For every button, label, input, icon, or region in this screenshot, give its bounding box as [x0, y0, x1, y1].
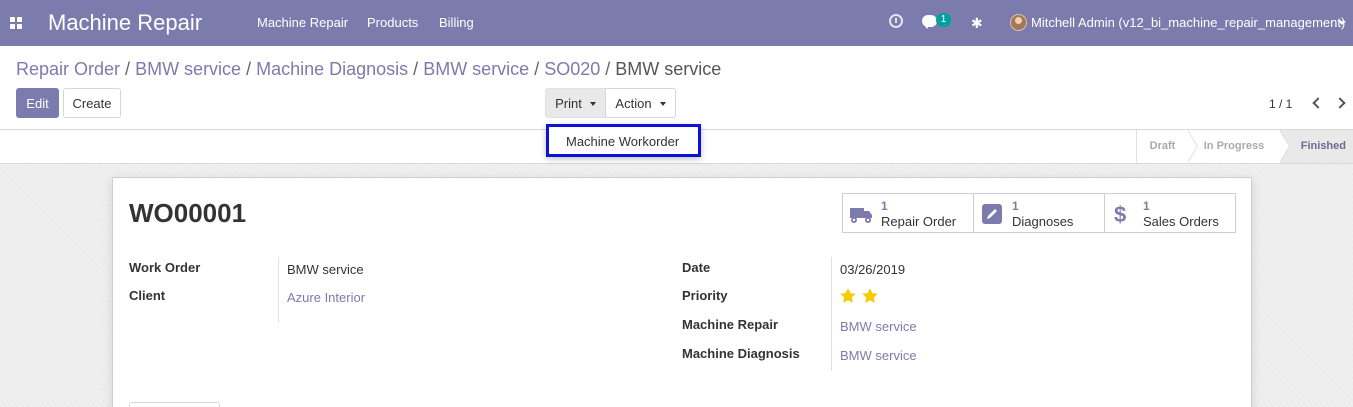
- work-order-label: Work Order: [129, 260, 201, 275]
- machine-diagnosis-link[interactable]: BMW service: [840, 348, 917, 363]
- sales-orders-smart-button[interactable]: $ 1 Sales Orders: [1104, 193, 1236, 233]
- breadcrumb-repair-order[interactable]: Repair Order: [16, 59, 120, 79]
- client-label: Client: [129, 288, 166, 303]
- create-button[interactable]: Create: [63, 88, 121, 118]
- action-button-label: Action: [615, 96, 652, 111]
- stage-arrow: [1279, 130, 1294, 163]
- print-button-label: Print: [555, 96, 582, 111]
- print-button[interactable]: Print: [545, 88, 606, 118]
- date-value: 03/26/2019: [840, 262, 906, 277]
- notebook-tab[interactable]: [129, 402, 220, 407]
- field-divider: [831, 257, 832, 371]
- chevron-right-icon[interactable]: [1334, 96, 1348, 110]
- print-dropdown-menu: Machine Workorder: [546, 124, 701, 157]
- breadcrumb-machine-diagnosis[interactable]: Machine Diagnosis: [256, 59, 408, 79]
- chat-badge: 1: [936, 13, 951, 27]
- breadcrumb-bmw-service-1[interactable]: BMW service: [135, 59, 241, 79]
- dollar-icon: $: [1114, 203, 1126, 225]
- breadcrumb-separator: /: [534, 59, 540, 79]
- debug-bug-icon[interactable]: ✱: [971, 15, 983, 32]
- breadcrumb-separator: /: [413, 59, 419, 79]
- app-title: Machine Repair: [48, 10, 203, 35]
- repair-order-label: Repair Order: [881, 214, 957, 229]
- edit-button[interactable]: Edit: [16, 88, 59, 118]
- field-divider: [278, 257, 279, 323]
- machine-repair-label: Machine Repair: [682, 317, 779, 332]
- breadcrumb-bmw-service-2[interactable]: BMW service: [423, 59, 529, 79]
- breadcrumb-so020[interactable]: SO020: [544, 59, 600, 79]
- breadcrumb-separator: /: [125, 59, 131, 79]
- star-icon[interactable]: [861, 287, 879, 305]
- sales-orders-count: 1: [1143, 199, 1150, 213]
- breadcrumb-separator: /: [246, 59, 252, 79]
- sales-orders-label: Sales Orders: [1143, 214, 1219, 229]
- activity-clock-icon[interactable]: [889, 14, 903, 28]
- breadcrumb-separator: /: [605, 59, 611, 79]
- stage-draft[interactable]: Draft: [1136, 130, 1188, 163]
- pager-value[interactable]: 1 / 1: [1269, 97, 1292, 111]
- pencil-square-icon: [982, 204, 1002, 224]
- stage-arrow: [1187, 130, 1202, 163]
- date-label: Date: [682, 260, 711, 275]
- diagnoses-count: 1: [1012, 199, 1019, 213]
- client-link[interactable]: Azure Interior: [287, 290, 365, 305]
- svg-text:$: $: [1114, 203, 1126, 225]
- caret-down-icon: [589, 101, 596, 106]
- breadcrumb: Repair Order / BMW service / Machine Diagnos…: [16, 59, 721, 80]
- apps-menu-icon[interactable]: [10, 17, 22, 29]
- user-menu[interactable]: Mitchell Admin (v12_bi_machine_repair_ma…: [1031, 15, 1345, 30]
- machine-diagnosis-label: Machine Diagnosis: [682, 346, 800, 361]
- avatar[interactable]: [1010, 14, 1027, 31]
- chat-icon[interactable]: [922, 15, 937, 29]
- caret-down-icon: [659, 101, 666, 106]
- machine-repair-link[interactable]: BMW service: [840, 319, 917, 334]
- menu-billing[interactable]: Billing: [439, 15, 474, 30]
- star-icon[interactable]: [839, 287, 857, 305]
- repair-order-smart-button[interactable]: 1 Repair Order: [842, 193, 974, 233]
- breadcrumb-current: BMW service: [615, 59, 722, 79]
- repair-order-count: 1: [881, 199, 888, 213]
- priority-label: Priority: [682, 288, 728, 303]
- menu-products[interactable]: Products: [367, 15, 418, 30]
- action-button[interactable]: Action: [605, 88, 676, 118]
- chevron-down-icon[interactable]: [1338, 21, 1346, 25]
- top-navbar: Machine Repair Machine Repair Products B…: [0, 0, 1353, 46]
- chevron-left-icon[interactable]: [1310, 96, 1324, 110]
- record-title: WO00001: [129, 198, 247, 228]
- diagnoses-smart-button[interactable]: 1 Diagnoses: [973, 193, 1105, 233]
- work-order-value: BMW service: [287, 262, 364, 277]
- truck-icon: [850, 208, 872, 223]
- menu-machine-repair[interactable]: Machine Repair: [257, 15, 348, 30]
- machine-workorder-menu-item[interactable]: Machine Workorder: [566, 134, 679, 149]
- diagnoses-label: Diagnoses: [1012, 214, 1074, 229]
